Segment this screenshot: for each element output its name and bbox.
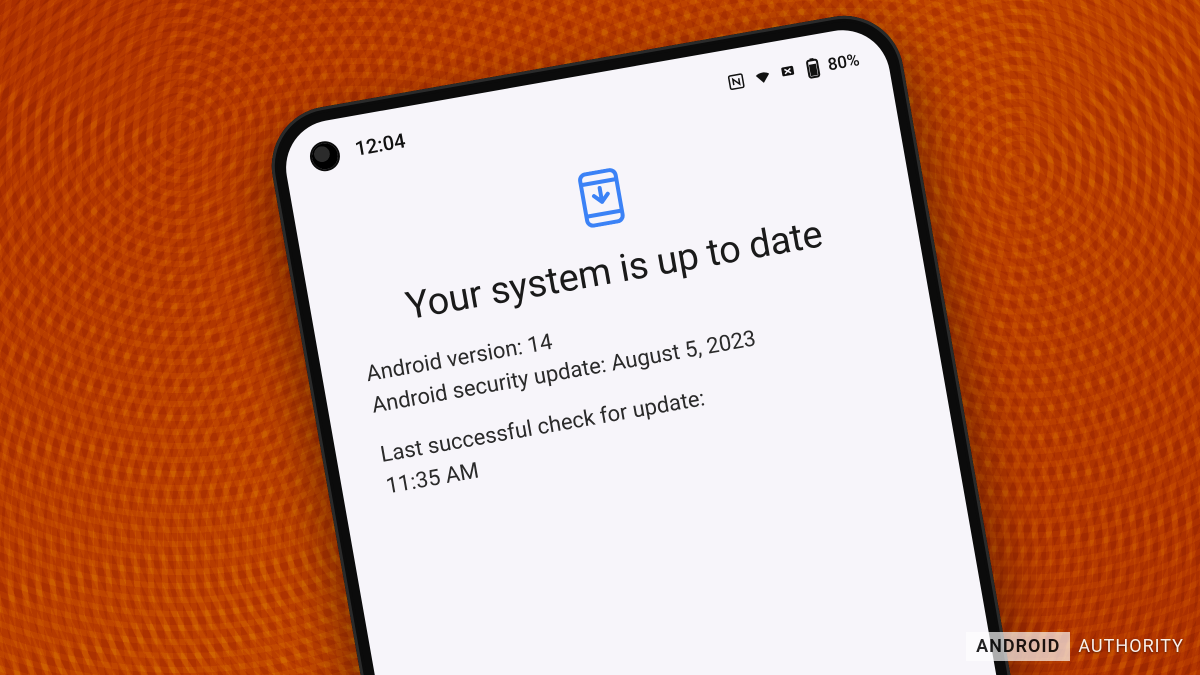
battery-percent: 80% [826,50,861,75]
no-signal-icon [779,62,800,83]
battery-icon [804,56,822,80]
wifi-icon [752,66,775,87]
system-update-icon [575,166,628,229]
nfc-icon [726,71,747,92]
update-content: Your system is up to date Android versio… [295,117,948,510]
watermark: ANDROID AUTHORITY [966,632,1184,661]
watermark-brand-a: ANDROID [966,632,1070,661]
watermark-brand-b: AUTHORITY [1070,632,1184,661]
status-time: 12:04 [353,128,407,160]
status-right-cluster: 80% [726,49,862,94]
